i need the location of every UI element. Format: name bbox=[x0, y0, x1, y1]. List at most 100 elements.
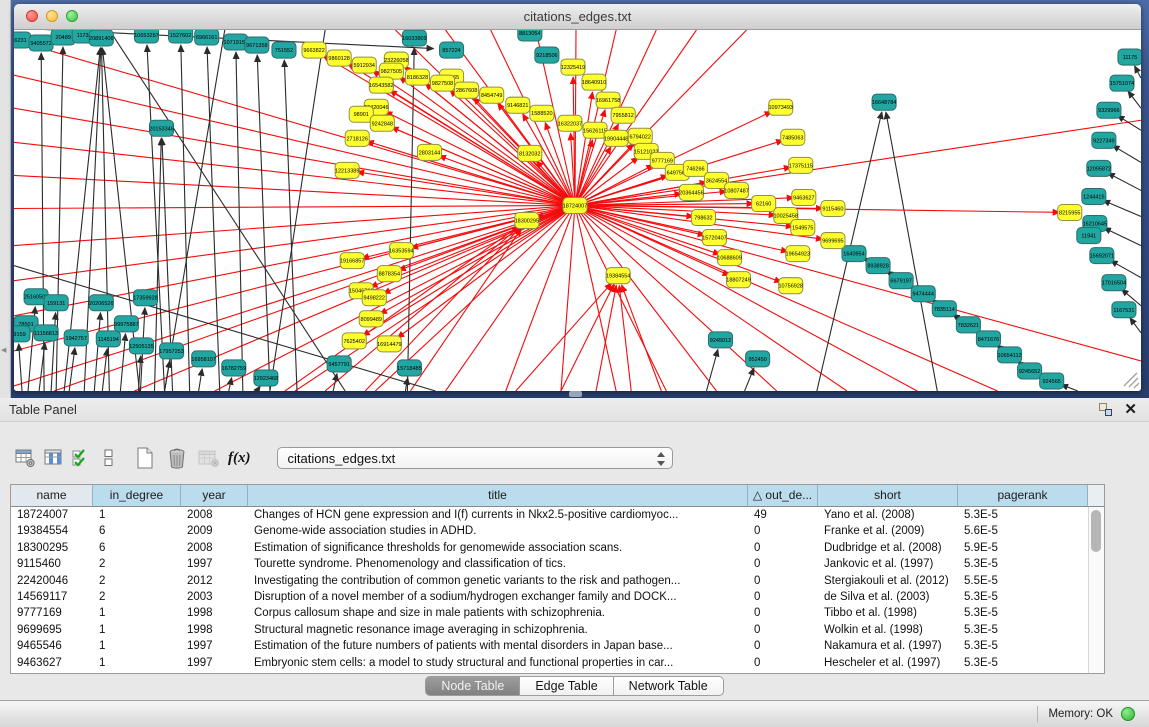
graph-node[interactable]: 746266 bbox=[683, 160, 707, 176]
column-header-out_de[interactable]: △ out_de... bbox=[748, 485, 818, 507]
graph-node[interactable]: 10973493 bbox=[768, 99, 792, 115]
graph-node[interactable]: 5912934 bbox=[352, 57, 376, 73]
table-scrollbar[interactable] bbox=[1088, 507, 1104, 673]
graph-node[interactable]: 9860128 bbox=[327, 50, 351, 66]
graph-node[interactable]: 10807487 bbox=[724, 182, 748, 198]
graph-node[interactable]: 9405572 bbox=[29, 35, 53, 51]
graph-node[interactable]: 20489 bbox=[51, 30, 75, 45]
show-columns-button[interactable] bbox=[42, 446, 64, 470]
graph-node[interactable]: 11156813 bbox=[34, 325, 58, 341]
graph-node[interactable]: 9827508 bbox=[430, 75, 454, 91]
graph-node[interactable]: 9245652 bbox=[1018, 363, 1042, 379]
table-row[interactable]: 1456911722003Disruption of a novel membe… bbox=[11, 589, 1088, 605]
graph-node[interactable]: 20153346 bbox=[149, 120, 173, 136]
table-row[interactable]: 977716911998Corpus callosum shape and si… bbox=[11, 605, 1088, 621]
graph-node[interactable]: 8454749 bbox=[480, 87, 504, 103]
graph-node[interactable]: 16033809 bbox=[402, 30, 426, 46]
column-header-in_degree[interactable]: in_degree bbox=[93, 485, 181, 507]
graph-node[interactable]: 10653287 bbox=[134, 30, 158, 43]
deselect-all-button[interactable] bbox=[98, 446, 120, 470]
graph-node[interactable]: 11175 bbox=[1118, 49, 1141, 65]
graph-node[interactable]: 15720407 bbox=[702, 230, 726, 246]
table-row[interactable]: 946362711997Embryonic stem cells: a mode… bbox=[11, 655, 1088, 671]
column-header-short[interactable]: short bbox=[818, 485, 958, 507]
graph-node[interactable]: 39159 bbox=[14, 326, 30, 342]
graph-node[interactable]: 19384554 bbox=[606, 268, 630, 284]
graph-node[interactable]: 9245012 bbox=[708, 332, 732, 348]
graph-node[interactable]: 12325419 bbox=[561, 59, 585, 75]
graph-node[interactable]: 20206526 bbox=[89, 295, 113, 311]
graph-node[interactable]: 9474444 bbox=[911, 286, 935, 302]
graph-node[interactable]: 9329966 bbox=[1097, 102, 1121, 118]
tab-edge-table[interactable]: Edge Table bbox=[520, 676, 613, 696]
graph-node[interactable]: 10688609 bbox=[717, 250, 741, 266]
network-graph[interactable]: 1623194055722048911734208914061065328715… bbox=[14, 30, 1141, 391]
graph-node[interactable]: 18724007 bbox=[563, 197, 587, 213]
tab-node-table[interactable]: Node Table bbox=[425, 676, 520, 696]
function-builder-button[interactable]: f(x) bbox=[228, 450, 251, 467]
graph-node[interactable]: 12923468 bbox=[254, 370, 278, 386]
graph-node[interactable]: 8186328 bbox=[405, 69, 429, 85]
graph-node[interactable]: 9463627 bbox=[792, 189, 816, 205]
graph-node[interactable]: 6679197 bbox=[889, 273, 913, 289]
select-all-button[interactable] bbox=[70, 446, 92, 470]
graph-node[interactable]: 16958107 bbox=[191, 351, 215, 367]
graph-node[interactable]: 16648784 bbox=[872, 94, 896, 110]
panel-splitter-grip[interactable] bbox=[569, 391, 582, 397]
graph-node[interactable]: 9227349 bbox=[1092, 132, 1116, 148]
graph-node[interactable]: 16353594 bbox=[389, 243, 413, 259]
table-row[interactable]: 1830029562008Estimation of significance … bbox=[11, 540, 1088, 556]
graph-node[interactable]: 9115460 bbox=[821, 200, 845, 216]
delete-column-button[interactable] bbox=[166, 446, 188, 470]
graph-node[interactable]: 8878354 bbox=[377, 266, 401, 282]
table-row[interactable]: 946554611997Estimation of the future num… bbox=[11, 638, 1088, 654]
table-mode-button[interactable] bbox=[14, 446, 36, 470]
new-column-button[interactable] bbox=[134, 446, 156, 470]
graph-node[interactable]: 16231 bbox=[14, 32, 31, 48]
graph-node[interactable]: 7485063 bbox=[781, 129, 805, 145]
graph-node[interactable]: 16782759 bbox=[222, 360, 246, 376]
graph-node[interactable]: 8215955 bbox=[1058, 204, 1082, 220]
table-row[interactable]: 969969511998Structural magnetic resonanc… bbox=[11, 622, 1088, 638]
graph-node[interactable]: 7625402 bbox=[342, 333, 366, 349]
tab-network-table[interactable]: Network Table bbox=[614, 676, 724, 696]
graph-node[interactable]: 17359928 bbox=[133, 290, 157, 306]
graph-node[interactable]: 9671358 bbox=[245, 37, 269, 53]
graph-node[interactable]: 8813054 bbox=[518, 30, 542, 41]
graph-node[interactable]: 99975887 bbox=[114, 316, 138, 332]
graph-node[interactable]: 751552 bbox=[272, 42, 296, 58]
column-header-name[interactable]: name bbox=[11, 485, 93, 507]
canvas-resize-grip[interactable] bbox=[1124, 373, 1139, 388]
network-canvas[interactable]: 1623194055722048911734208914061065328715… bbox=[14, 30, 1141, 391]
graph-node[interactable]: 9146821 bbox=[506, 97, 530, 113]
table-row[interactable]: 1938455462009Genome-wide association stu… bbox=[11, 523, 1088, 539]
graph-node[interactable]: 8938928 bbox=[866, 258, 890, 274]
float-panel-icon[interactable] bbox=[1098, 402, 1113, 417]
graph-node[interactable]: 798632 bbox=[691, 209, 715, 225]
graph-node[interactable]: 159131 bbox=[44, 295, 68, 311]
column-header-title[interactable]: title bbox=[248, 485, 748, 507]
graph-node[interactable]: 8132032 bbox=[518, 145, 542, 161]
graph-node[interactable]: 16914479 bbox=[377, 336, 401, 352]
graph-node[interactable]: 9242848 bbox=[370, 115, 394, 131]
graph-node[interactable]: 20891406 bbox=[89, 30, 113, 46]
graph-node[interactable]: 15718485 bbox=[397, 360, 421, 376]
graph-node[interactable]: 9218506 bbox=[535, 47, 559, 63]
graph-node[interactable]: 924565 bbox=[1040, 373, 1064, 389]
graph-node[interactable]: 8099489 bbox=[359, 311, 383, 327]
graph-node[interactable]: 1942757 bbox=[64, 330, 88, 346]
graph-node[interactable]: 9457791 bbox=[327, 356, 351, 372]
graph-node[interactable]: 1527602 bbox=[169, 30, 193, 43]
close-panel-icon[interactable]: ✕ bbox=[1124, 401, 1137, 418]
graph-node[interactable]: 9498222 bbox=[362, 290, 386, 306]
graph-node[interactable]: 10654112 bbox=[997, 347, 1021, 363]
graph-node[interactable]: 12505135 bbox=[129, 338, 153, 354]
graph-node[interactable]: 857224 bbox=[440, 42, 464, 58]
table-row[interactable]: 2242004622012Investigating the contribut… bbox=[11, 573, 1088, 589]
window-titlebar[interactable]: citations_edges.txt bbox=[14, 4, 1141, 30]
graph-node[interactable]: 2867608 bbox=[455, 82, 479, 98]
graph-node[interactable]: 8471676 bbox=[976, 331, 1000, 347]
graph-node[interactable]: 18300295 bbox=[515, 213, 539, 229]
graph-node[interactable]: 16961758 bbox=[596, 92, 620, 108]
graph-node[interactable]: 16322037 bbox=[558, 115, 582, 131]
